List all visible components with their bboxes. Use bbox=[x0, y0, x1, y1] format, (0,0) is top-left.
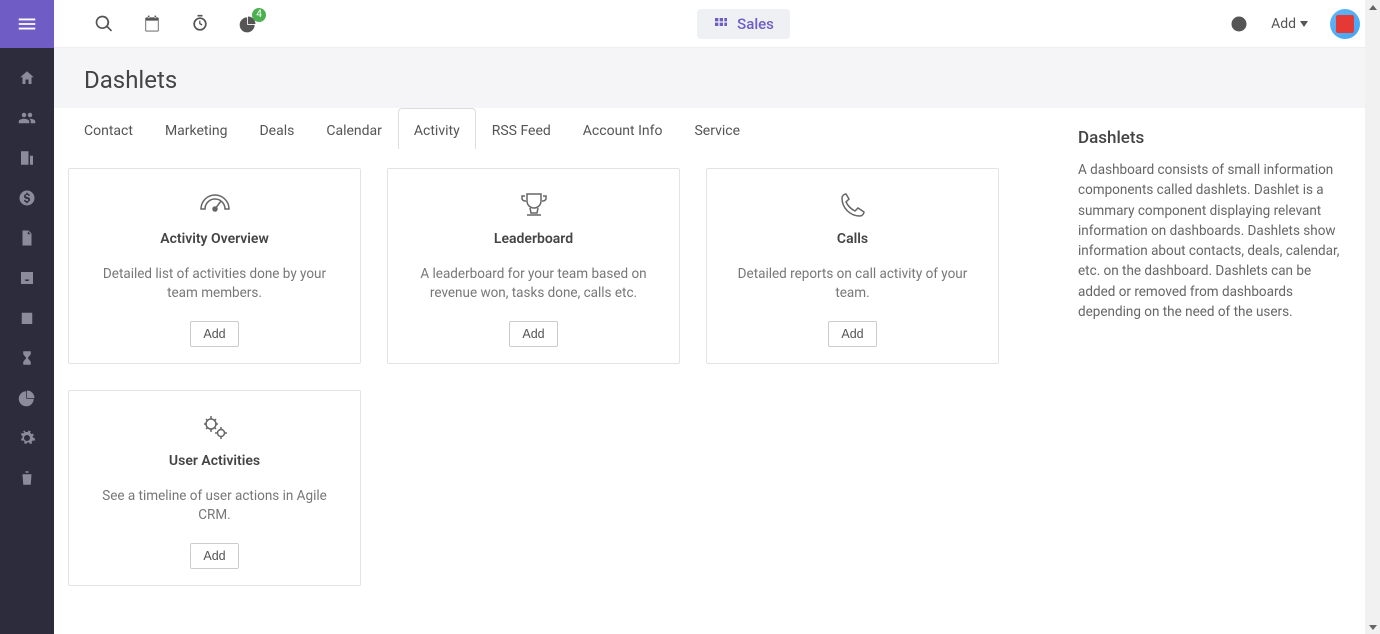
tab-service[interactable]: Service bbox=[678, 108, 756, 149]
building-icon bbox=[18, 149, 36, 167]
gauge-icon bbox=[199, 185, 231, 225]
cards-grid: Activity Overview Detailed list of activi… bbox=[68, 168, 1056, 586]
menu-toggle[interactable] bbox=[0, 0, 54, 48]
nav-documents[interactable] bbox=[0, 218, 54, 258]
trophy-icon bbox=[518, 185, 550, 225]
nav-settings[interactable] bbox=[0, 418, 54, 458]
tab-marketing[interactable]: Marketing bbox=[149, 108, 244, 149]
page-header: Dashlets bbox=[54, 48, 1380, 108]
tabs: ContactMarketingDealsCalendarActivityRSS… bbox=[68, 108, 1056, 150]
dollar-circle-icon bbox=[18, 189, 36, 207]
timer-button[interactable] bbox=[190, 14, 210, 34]
caret-down-icon bbox=[1300, 21, 1308, 27]
stats-badge: 4 bbox=[252, 8, 266, 22]
card-title: Calls bbox=[837, 231, 868, 247]
dashlet-card-calls: Calls Detailed reports on call activity o… bbox=[706, 168, 999, 364]
inbox-icon bbox=[18, 269, 36, 287]
stats-button[interactable]: 4 bbox=[238, 14, 258, 34]
tab-account-info[interactable]: Account Info bbox=[567, 108, 679, 149]
card-description: A leaderboard for your team based on rev… bbox=[408, 265, 659, 321]
card-description: See a timeline of user actions in Agile … bbox=[89, 487, 340, 543]
tab-calendar[interactable]: Calendar bbox=[310, 108, 398, 149]
phone-icon bbox=[837, 185, 869, 225]
gears-icon bbox=[18, 429, 36, 447]
nav-deals[interactable] bbox=[0, 178, 54, 218]
pie-chart-icon bbox=[18, 389, 36, 407]
card-description: Detailed reports on call activity of you… bbox=[727, 265, 978, 321]
add-dashlet-button[interactable]: Add bbox=[190, 321, 238, 347]
nav-contacts[interactable] bbox=[0, 98, 54, 138]
nav-calendar[interactable] bbox=[0, 298, 54, 338]
page-title: Dashlets bbox=[84, 66, 1350, 94]
card-title: Activity Overview bbox=[160, 231, 269, 247]
add-dashlet-button[interactable]: Add bbox=[828, 321, 876, 347]
add-dashlet-button[interactable]: Add bbox=[190, 543, 238, 569]
tab-contact[interactable]: Contact bbox=[68, 108, 149, 149]
add-label: Add bbox=[1271, 16, 1296, 32]
nav-hourglass[interactable] bbox=[0, 338, 54, 378]
user-avatar[interactable] bbox=[1330, 9, 1360, 39]
scrollbar[interactable] bbox=[1365, 0, 1380, 634]
card-title: Leaderboard bbox=[494, 231, 573, 247]
document-icon bbox=[18, 229, 36, 247]
info-title: Dashlets bbox=[1078, 128, 1350, 148]
contrast-icon bbox=[1229, 14, 1249, 34]
card-description: Detailed list of activities done by your… bbox=[89, 265, 340, 321]
hourglass-icon bbox=[18, 349, 36, 367]
grid-icon bbox=[713, 16, 729, 32]
dashlet-card-activity-overview: Activity Overview Detailed list of activi… bbox=[68, 168, 361, 364]
hamburger-icon bbox=[16, 13, 38, 35]
tab-activity[interactable]: Activity bbox=[398, 108, 476, 149]
info-text: A dashboard consists of small informatio… bbox=[1078, 160, 1350, 322]
scroll-down[interactable] bbox=[1365, 619, 1380, 634]
workspace-switcher[interactable]: Sales bbox=[697, 9, 790, 39]
tab-rss-feed[interactable]: RSS Feed bbox=[476, 108, 567, 149]
people-icon bbox=[18, 109, 36, 127]
trash-icon bbox=[18, 469, 36, 487]
calendar-today-icon bbox=[142, 14, 162, 34]
tab-deals[interactable]: Deals bbox=[243, 108, 310, 149]
nav-inbox[interactable] bbox=[0, 258, 54, 298]
gears-icon bbox=[199, 407, 231, 447]
card-title: User Activities bbox=[169, 453, 260, 469]
dashlet-card-leaderboard: Leaderboard A leaderboard for your team b… bbox=[387, 168, 680, 364]
scroll-up[interactable] bbox=[1365, 0, 1380, 15]
topbar: 4 Sales Add bbox=[54, 0, 1380, 48]
calendar-icon bbox=[18, 309, 36, 327]
add-dashlet-button[interactable]: Add bbox=[509, 321, 557, 347]
home-icon bbox=[18, 69, 36, 87]
workspace-label: Sales bbox=[737, 15, 774, 33]
search-icon bbox=[94, 14, 114, 34]
timer-icon bbox=[190, 14, 210, 34]
nav-home[interactable] bbox=[0, 58, 54, 98]
nav-companies[interactable] bbox=[0, 138, 54, 178]
dashlet-card-user-activities: User Activities See a timeline of user ac… bbox=[68, 390, 361, 586]
calendar-button[interactable] bbox=[142, 14, 162, 34]
nav-trash[interactable] bbox=[0, 458, 54, 498]
search-button[interactable] bbox=[94, 14, 114, 34]
sidebar bbox=[0, 0, 54, 634]
add-dropdown[interactable]: Add bbox=[1271, 16, 1308, 32]
nav-reports[interactable] bbox=[0, 378, 54, 418]
theme-toggle[interactable] bbox=[1229, 14, 1249, 34]
info-panel: Dashlets A dashboard consists of small i… bbox=[1070, 108, 1380, 634]
